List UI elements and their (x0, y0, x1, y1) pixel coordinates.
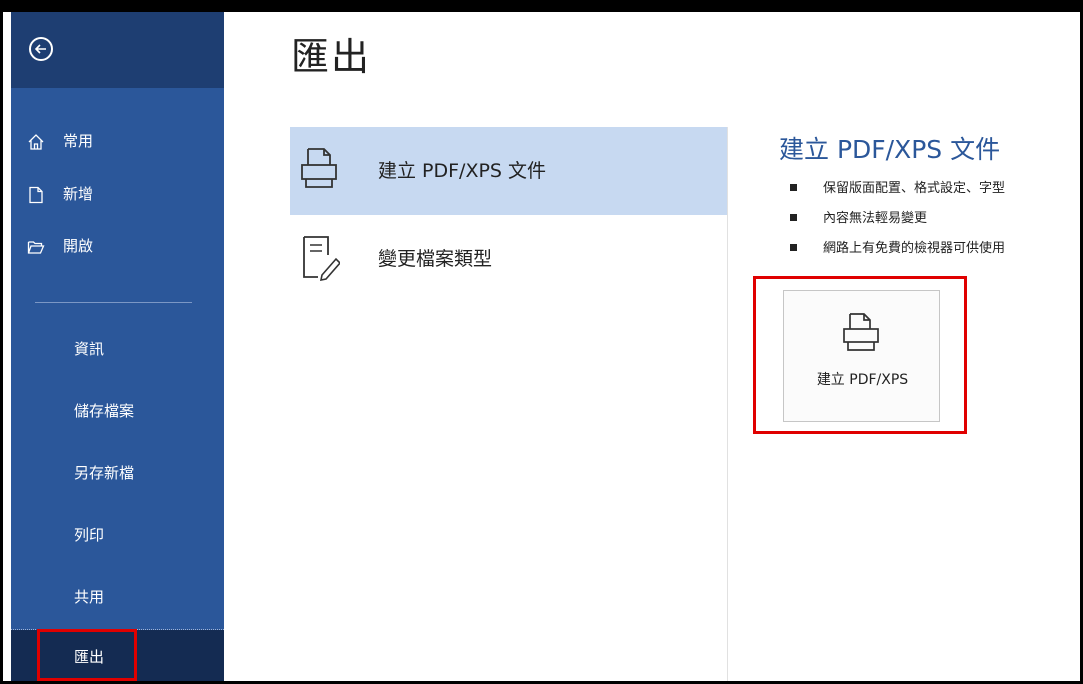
new-document-icon (29, 186, 43, 204)
sidebar-item-label: 列印 (74, 526, 105, 544)
pdf-document-icon (301, 148, 337, 188)
home-icon (28, 134, 44, 150)
detail-title: 建立 PDF/XPS 文件 (779, 135, 1001, 164)
sidebar-item-label: 新增 (63, 185, 94, 203)
backstage-sidebar: 常用 新增 開啟 資訊 儲存檔案 另存新檔 列印 共用 匯出 (11, 12, 224, 681)
open-folder-icon (27, 241, 45, 254)
pdf-document-icon (843, 313, 879, 351)
page-title: 匯出 (291, 35, 372, 79)
sidebar-item-export[interactable]: 匯出 (11, 630, 224, 681)
change-file-type-icon (303, 236, 340, 281)
sidebar-item-new[interactable]: 新增 (11, 174, 224, 214)
sidebar-item-label: 匯出 (74, 648, 105, 666)
sidebar-item-open[interactable]: 開啟 (11, 226, 224, 266)
option-label: 建立 PDF/XPS 文件 (378, 160, 547, 182)
create-pdf-xps-button[interactable]: 建立 PDF/XPS (783, 290, 940, 422)
sidebar-item-save[interactable]: 儲存檔案 (11, 391, 224, 431)
sidebar-item-label: 另存新檔 (74, 464, 135, 482)
sidebar-item-label: 開啟 (63, 237, 94, 255)
sidebar-item-info[interactable]: 資訊 (11, 329, 224, 369)
back-area (11, 12, 224, 88)
option-change-file-type[interactable]: 變更檔案類型 (290, 215, 727, 303)
sidebar-divider (35, 302, 192, 303)
sidebar-item-save-as[interactable]: 另存新檔 (11, 453, 224, 493)
sidebar-item-home[interactable]: 常用 (11, 121, 224, 161)
option-label: 變更檔案類型 (378, 248, 493, 270)
sidebar-item-label: 共用 (74, 588, 105, 606)
sidebar-item-share[interactable]: 共用 (11, 577, 224, 617)
sidebar-item-label: 儲存檔案 (74, 402, 135, 420)
export-options-list: 建立 PDF/XPS 文件 變更檔案類型 (290, 127, 728, 681)
app-window: 常用 新增 開啟 資訊 儲存檔案 另存新檔 列印 共用 匯出 匯出 建立 PDF… (0, 0, 1083, 684)
sidebar-item-label: 資訊 (74, 340, 105, 358)
sidebar-item-label: 常用 (63, 132, 94, 150)
create-pdf-xps-label: 建立 PDF/XPS (816, 372, 909, 388)
option-create-pdf-xps[interactable]: 建立 PDF/XPS 文件 (290, 127, 727, 215)
sidebar-item-print[interactable]: 列印 (11, 515, 224, 555)
back-arrow-icon[interactable] (29, 37, 53, 61)
